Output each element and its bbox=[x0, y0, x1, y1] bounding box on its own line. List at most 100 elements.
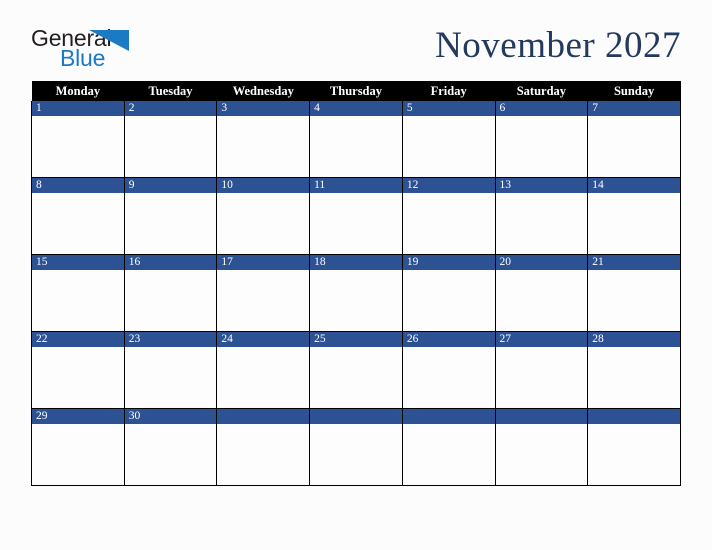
day-events-area[interactable] bbox=[588, 270, 680, 331]
day-events-area[interactable] bbox=[495, 193, 588, 254]
calendar-day-cell[interactable]: 19 bbox=[401, 254, 496, 332]
weekday-header-thursday: Thursday bbox=[309, 81, 403, 101]
day-events-area[interactable] bbox=[588, 424, 680, 485]
calendar-week-row: 15 16 17 18 19 20 21 bbox=[31, 254, 681, 332]
calendar-day-cell[interactable]: 30 bbox=[123, 408, 218, 486]
day-number: 25 bbox=[310, 332, 402, 347]
calendar-day-cell[interactable]: 18 bbox=[309, 254, 403, 332]
calendar-day-cell[interactable]: 13 bbox=[494, 177, 589, 255]
brand-logo: General Blue bbox=[31, 27, 171, 73]
day-events-area[interactable] bbox=[588, 116, 680, 177]
calendar-day-cell[interactable]: 9 bbox=[123, 177, 218, 255]
calendar-weekday-header-row: Monday Tuesday Wednesday Thursday Friday… bbox=[31, 81, 681, 101]
day-number bbox=[588, 409, 680, 424]
calendar-day-cell[interactable]: 1 bbox=[31, 101, 125, 178]
day-number: 14 bbox=[588, 178, 680, 193]
day-events-area[interactable] bbox=[32, 193, 124, 254]
calendar-week-row: 22 23 24 25 26 27 28 bbox=[31, 331, 681, 409]
calendar-day-cell[interactable]: 29 bbox=[31, 408, 125, 486]
day-number: 24 bbox=[217, 332, 310, 347]
weekday-header-wednesday: Wednesday bbox=[216, 81, 310, 101]
calendar-day-cell[interactable]: 17 bbox=[216, 254, 311, 332]
calendar-day-cell[interactable]: 4 bbox=[309, 101, 403, 178]
day-events-area[interactable] bbox=[32, 347, 124, 408]
calendar-table: Monday Tuesday Wednesday Thursday Friday… bbox=[31, 81, 681, 486]
day-number: 22 bbox=[32, 332, 124, 347]
day-events-area[interactable] bbox=[124, 270, 217, 331]
calendar-day-cell[interactable]: 15 bbox=[31, 254, 125, 332]
day-number: 30 bbox=[124, 409, 217, 424]
day-events-area[interactable] bbox=[495, 270, 588, 331]
calendar-week-row: 29 30 bbox=[31, 408, 681, 486]
day-events-area[interactable] bbox=[217, 424, 310, 485]
calendar-day-cell[interactable]: 5 bbox=[401, 101, 496, 178]
calendar-day-cell[interactable]: 25 bbox=[309, 331, 403, 409]
day-number: 9 bbox=[124, 178, 217, 193]
calendar-day-cell-empty[interactable] bbox=[587, 408, 681, 486]
day-events-area[interactable] bbox=[402, 424, 495, 485]
day-number: 1 bbox=[32, 101, 124, 116]
calendar-day-cell-empty[interactable] bbox=[216, 408, 311, 486]
day-events-area[interactable] bbox=[32, 116, 124, 177]
day-events-area[interactable] bbox=[588, 347, 680, 408]
day-events-area[interactable] bbox=[217, 116, 310, 177]
day-events-area[interactable] bbox=[124, 193, 217, 254]
day-number: 8 bbox=[32, 178, 124, 193]
calendar-day-cell[interactable]: 26 bbox=[401, 331, 496, 409]
day-number: 3 bbox=[217, 101, 310, 116]
day-number: 26 bbox=[402, 332, 495, 347]
day-events-area[interactable] bbox=[310, 193, 402, 254]
day-number: 11 bbox=[310, 178, 402, 193]
day-events-area[interactable] bbox=[402, 347, 495, 408]
calendar-day-cell[interactable]: 8 bbox=[31, 177, 125, 255]
day-number: 5 bbox=[402, 101, 495, 116]
calendar-day-cell[interactable]: 14 bbox=[587, 177, 681, 255]
day-events-area[interactable] bbox=[495, 424, 588, 485]
calendar-day-cell[interactable]: 3 bbox=[216, 101, 311, 178]
day-events-area[interactable] bbox=[32, 424, 124, 485]
day-number: 10 bbox=[217, 178, 310, 193]
calendar-day-cell[interactable]: 23 bbox=[123, 331, 218, 409]
calendar-day-cell[interactable]: 21 bbox=[587, 254, 681, 332]
day-events-area[interactable] bbox=[588, 193, 680, 254]
calendar-day-cell[interactable]: 27 bbox=[494, 331, 589, 409]
day-events-area[interactable] bbox=[310, 347, 402, 408]
day-events-area[interactable] bbox=[310, 116, 402, 177]
calendar-day-cell[interactable]: 16 bbox=[123, 254, 218, 332]
day-events-area[interactable] bbox=[217, 270, 310, 331]
calendar-day-cell-empty[interactable] bbox=[309, 408, 403, 486]
day-number bbox=[495, 409, 588, 424]
day-number bbox=[217, 409, 310, 424]
day-events-area[interactable] bbox=[124, 116, 217, 177]
day-events-area[interactable] bbox=[310, 270, 402, 331]
day-events-area[interactable] bbox=[402, 116, 495, 177]
calendar-day-cell[interactable]: 20 bbox=[494, 254, 589, 332]
weekday-header-sunday: Sunday bbox=[587, 81, 681, 101]
day-events-area[interactable] bbox=[402, 193, 495, 254]
calendar-day-cell[interactable]: 12 bbox=[401, 177, 496, 255]
calendar-day-cell-empty[interactable] bbox=[401, 408, 496, 486]
day-number: 17 bbox=[217, 255, 310, 270]
day-events-area[interactable] bbox=[495, 116, 588, 177]
day-events-area[interactable] bbox=[124, 424, 217, 485]
day-events-area[interactable] bbox=[402, 270, 495, 331]
calendar-day-cell-empty[interactable] bbox=[494, 408, 589, 486]
day-events-area[interactable] bbox=[217, 347, 310, 408]
calendar-day-cell[interactable]: 7 bbox=[587, 101, 681, 178]
calendar-day-cell[interactable]: 28 bbox=[587, 331, 681, 409]
day-events-area[interactable] bbox=[217, 193, 310, 254]
weekday-header-saturday: Saturday bbox=[495, 81, 588, 101]
calendar-day-cell[interactable]: 2 bbox=[123, 101, 218, 178]
day-events-area[interactable] bbox=[124, 347, 217, 408]
calendar-day-cell[interactable]: 6 bbox=[494, 101, 589, 178]
day-events-area[interactable] bbox=[310, 424, 402, 485]
day-events-area[interactable] bbox=[495, 347, 588, 408]
calendar-day-cell[interactable]: 22 bbox=[31, 331, 125, 409]
day-events-area[interactable] bbox=[32, 270, 124, 331]
calendar-day-cell[interactable]: 11 bbox=[309, 177, 403, 255]
calendar-day-cell[interactable]: 24 bbox=[216, 331, 311, 409]
day-number: 23 bbox=[124, 332, 217, 347]
day-number: 2 bbox=[124, 101, 217, 116]
calendar-day-cell[interactable]: 10 bbox=[216, 177, 311, 255]
day-number: 15 bbox=[32, 255, 124, 270]
